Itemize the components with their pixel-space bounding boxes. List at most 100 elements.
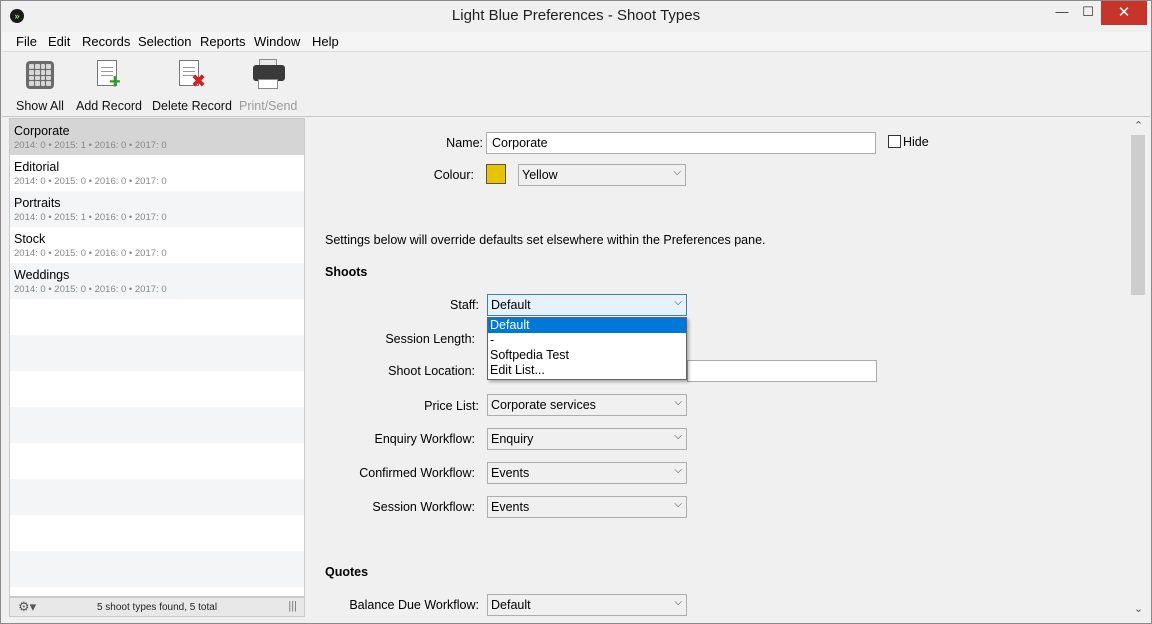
balance-due-workflow-label: Balance Due Workflow: bbox=[349, 598, 479, 612]
list-item-stats: 2014: 0 • 2015: 0 • 2016: 0 • 2017: 0 bbox=[14, 176, 167, 187]
price-list-select[interactable]: Corporate services ⌵ bbox=[487, 394, 687, 416]
resize-grip-icon[interactable]: ||| bbox=[288, 600, 297, 612]
chevron-down-icon: ⌵ bbox=[674, 431, 682, 442]
scroll-down-icon[interactable]: ⌄ bbox=[1130, 601, 1147, 618]
name-label: Name: bbox=[446, 136, 483, 150]
menu-window[interactable]: Window bbox=[254, 34, 300, 49]
enquiry-workflow-value: Enquiry bbox=[491, 432, 534, 446]
list-item-stats: 2014: 0 • 2015: 0 • 2016: 0 • 2017: 0 bbox=[14, 248, 167, 259]
list-item-editorial[interactable]: Editorial 2014: 0 • 2015: 0 • 2016: 0 • … bbox=[10, 155, 304, 191]
colour-swatch[interactable] bbox=[486, 164, 506, 184]
name-field[interactable]: Corporate bbox=[486, 132, 876, 154]
staff-label: Staff: bbox=[450, 298, 479, 312]
delete-record-label: Delete Record bbox=[152, 99, 232, 113]
enquiry-workflow-label: Enquiry Workflow: bbox=[374, 432, 476, 446]
empty-row bbox=[10, 371, 304, 407]
price-list-select-value: Corporate services bbox=[491, 398, 596, 412]
colour-label: Colour: bbox=[433, 168, 474, 182]
app-window: » Light Blue Preferences - Shoot Types —… bbox=[0, 0, 1152, 624]
add-record-label: Add Record bbox=[76, 99, 143, 113]
chevron-down-icon: ⌵ bbox=[674, 597, 682, 608]
shoots-heading: Shoots bbox=[325, 265, 368, 279]
empty-row bbox=[10, 443, 304, 479]
shoot-type-list: Corporate 2014: 0 • 2015: 1 • 2016: 0 • … bbox=[9, 118, 305, 597]
empty-row bbox=[10, 515, 304, 551]
add-document-icon: + bbox=[92, 59, 124, 92]
session-workflow-label: Session Workflow: bbox=[372, 500, 475, 514]
delete-record-button[interactable]: ✖ Delete Record bbox=[152, 59, 232, 113]
empty-row bbox=[10, 407, 304, 443]
menu-records[interactable]: Records bbox=[82, 34, 130, 49]
list-status-bar: ⚙▾ 5 shoot types found, 5 total ||| bbox=[9, 597, 305, 617]
show-all-button[interactable]: Show All bbox=[16, 59, 64, 113]
print-send-button[interactable]: Print/Send bbox=[239, 59, 297, 113]
menu-selection[interactable]: Selection bbox=[138, 34, 191, 49]
maximize-icon[interactable]: ☐ bbox=[1075, 1, 1101, 25]
record-count: 5 shoot types found, 5 total bbox=[96, 602, 218, 613]
list-item-stats: 2014: 0 • 2015: 1 • 2016: 0 • 2017: 0 bbox=[14, 140, 167, 151]
scroll-thumb[interactable] bbox=[1131, 135, 1145, 295]
empty-row bbox=[10, 551, 304, 587]
hide-label: Hide bbox=[903, 135, 929, 149]
shoot-location-field[interactable] bbox=[687, 360, 877, 382]
list-item-weddings[interactable]: Weddings 2014: 0 • 2015: 0 • 2016: 0 • 2… bbox=[10, 263, 304, 299]
confirmed-workflow-select[interactable]: Events ⌵ bbox=[487, 462, 687, 484]
add-record-button[interactable]: + Add Record bbox=[76, 59, 142, 113]
hide-checkbox[interactable] bbox=[888, 135, 901, 148]
session-length-label: Session Length: bbox=[385, 332, 475, 346]
empty-row bbox=[10, 479, 304, 515]
menu-reports[interactable]: Reports bbox=[200, 34, 246, 49]
staff-select[interactable]: Default ⌵ bbox=[487, 294, 687, 316]
print-send-label: Print/Send bbox=[239, 99, 298, 113]
detail-pane: Name: Corporate Hide Colour: Yellow ⌵ Se… bbox=[305, 118, 1130, 618]
menu-file[interactable]: File bbox=[16, 34, 37, 49]
toolbar: Show All + Add Record ✖ Delete Record Pr… bbox=[2, 53, 1150, 117]
price-list-label: Price List: bbox=[424, 399, 479, 413]
printer-icon bbox=[252, 59, 285, 91]
session-workflow-select[interactable]: Events ⌵ bbox=[487, 496, 687, 518]
list-item-corporate[interactable]: Corporate 2014: 0 • 2015: 1 • 2016: 0 • … bbox=[10, 119, 304, 155]
list-item-name: Weddings bbox=[14, 268, 70, 282]
list-item-stock[interactable]: Stock 2014: 0 • 2015: 0 • 2016: 0 • 2017… bbox=[10, 227, 304, 263]
window-title: Light Blue Preferences - Shoot Types bbox=[451, 7, 701, 24]
chevron-down-icon: ⌵ bbox=[674, 499, 682, 510]
minimize-icon[interactable]: — bbox=[1049, 1, 1075, 25]
empty-row bbox=[10, 299, 304, 335]
list-item-name: Corporate bbox=[14, 124, 70, 138]
session-workflow-value: Events bbox=[491, 500, 530, 514]
menu-help[interactable]: Help bbox=[312, 34, 339, 49]
list-item-stats: 2014: 0 • 2015: 1 • 2016: 0 • 2017: 0 bbox=[14, 212, 167, 223]
close-icon[interactable]: ✕ bbox=[1101, 1, 1147, 25]
grid-icon bbox=[24, 61, 56, 93]
shoot-location-label: Shoot Location: bbox=[388, 364, 475, 378]
list-item-stats: 2014: 0 • 2015: 0 • 2016: 0 • 2017: 0 bbox=[14, 284, 167, 295]
chevron-down-icon: ⌵ bbox=[674, 465, 682, 476]
staff-option-default[interactable]: Default bbox=[488, 318, 686, 333]
staff-option-separator[interactable]: - bbox=[488, 333, 686, 348]
menu-bar: File Edit Records Selection Reports Wind… bbox=[2, 32, 1150, 52]
staff-select-value: Default bbox=[491, 298, 531, 312]
list-item-name: Editorial bbox=[14, 160, 60, 174]
scroll-up-icon[interactable]: ⌃ bbox=[1130, 118, 1147, 135]
confirmed-workflow-label: Confirmed Workflow: bbox=[359, 466, 475, 480]
colour-select[interactable]: Yellow ⌵ bbox=[518, 164, 686, 186]
override-note: Settings below will override defaults se… bbox=[325, 233, 766, 247]
chevron-down-icon: ⌵ bbox=[673, 167, 681, 178]
list-item-name: Stock bbox=[14, 232, 46, 246]
staff-dropdown-list: Default - Softpedia Test Edit List... bbox=[487, 317, 687, 380]
enquiry-workflow-select[interactable]: Enquiry ⌵ bbox=[487, 428, 687, 450]
list-item-name: Portraits bbox=[14, 196, 61, 210]
menu-edit[interactable]: Edit bbox=[48, 34, 70, 49]
balance-due-workflow-select[interactable]: Default ⌵ bbox=[487, 594, 687, 616]
chevron-down-icon: ⌵ bbox=[674, 297, 682, 308]
list-item-portraits[interactable]: Portraits 2014: 0 • 2015: 1 • 2016: 0 • … bbox=[10, 191, 304, 227]
vertical-scrollbar[interactable]: ⌃ ⌄ bbox=[1130, 118, 1147, 618]
empty-row bbox=[10, 335, 304, 371]
chevron-down-icon: ⌵ bbox=[674, 397, 682, 408]
staff-option-edit-list[interactable]: Edit List... bbox=[488, 363, 686, 378]
balance-due-workflow-value: Default bbox=[491, 598, 531, 612]
staff-option-softpedia-test[interactable]: Softpedia Test bbox=[488, 348, 686, 363]
confirmed-workflow-value: Events bbox=[491, 466, 530, 480]
title-bar: » Light Blue Preferences - Shoot Types —… bbox=[1, 1, 1151, 32]
show-all-label: Show All bbox=[16, 99, 64, 113]
